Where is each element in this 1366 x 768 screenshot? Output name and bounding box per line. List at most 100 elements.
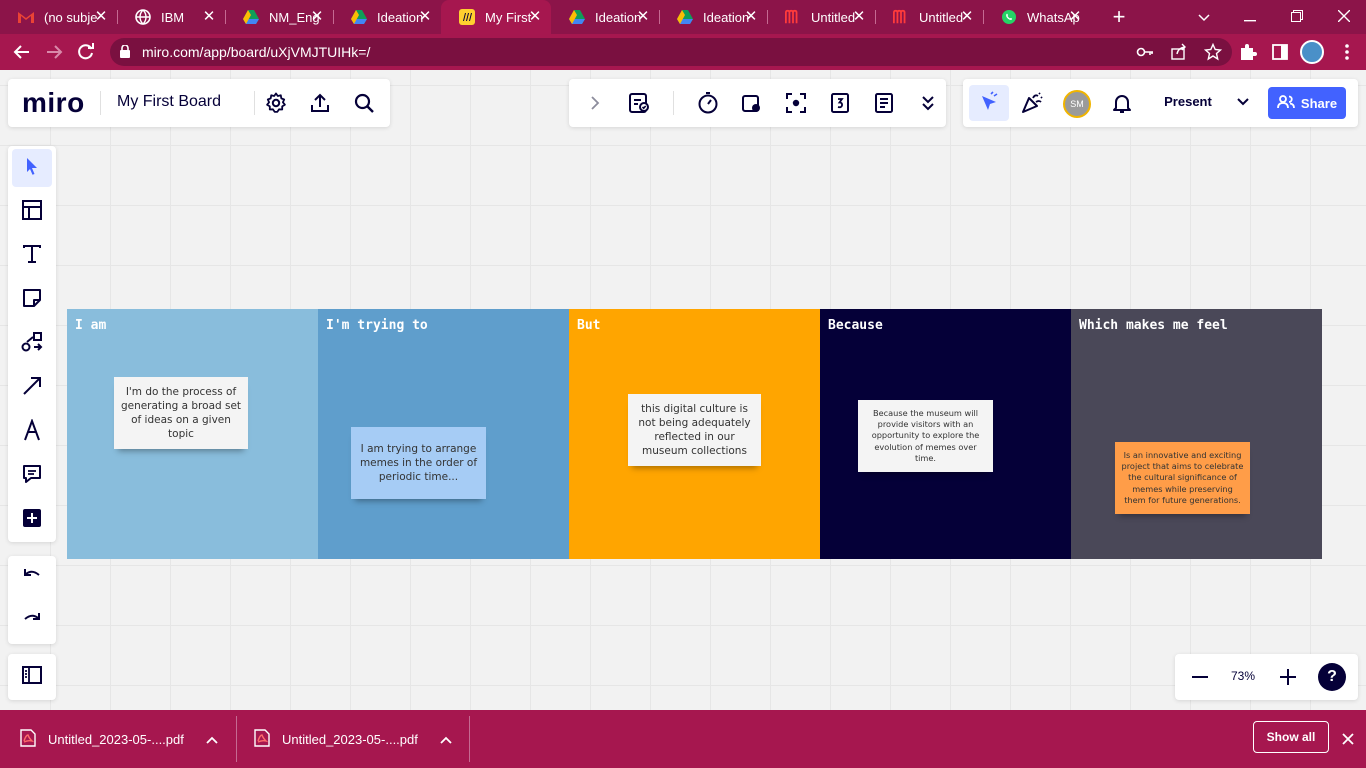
zoom-in-icon[interactable] [1276, 665, 1300, 689]
close-tab-icon[interactable]: ✕ [635, 9, 651, 25]
settings-gear-icon[interactable] [264, 91, 288, 115]
frame-which-makes-me-feel[interactable]: Which makes me feel Is an innovative and… [1071, 309, 1322, 559]
frame-im-trying-to[interactable]: I'm trying to I am trying to arrange mem… [318, 309, 569, 559]
redo-icon [21, 608, 43, 635]
templates-icon [21, 199, 43, 226]
sticky-note-icon [21, 287, 43, 314]
notifications-bell-icon[interactable] [1110, 91, 1134, 115]
sticky-note[interactable]: Is an innovative and exciting project th… [1115, 442, 1250, 514]
checklist-icon[interactable] [627, 91, 651, 115]
connection-line-tool[interactable] [12, 369, 52, 407]
more-chevrons-icon[interactable] [916, 91, 940, 115]
voting-icon[interactable] [828, 91, 852, 115]
close-tab-icon[interactable]: ✕ [743, 9, 759, 25]
download-filename: Untitled_2023-05-....pdf [282, 731, 418, 747]
frame-but[interactable]: But this digital culture is not being ad… [569, 309, 820, 559]
templates-tool[interactable] [12, 193, 52, 231]
browser-tab[interactable]: (no subje ✕ [0, 0, 117, 34]
chevron-up-icon[interactable] [440, 732, 452, 747]
zoom-level[interactable]: 73% [1228, 669, 1258, 683]
pen-tool[interactable] [12, 413, 52, 451]
close-tab-icon[interactable]: ✕ [959, 9, 975, 25]
tab-search-icon[interactable] [1192, 5, 1216, 29]
forward-icon[interactable] [44, 42, 64, 62]
more-apps-tool[interactable] [12, 501, 52, 539]
focus-frame-icon[interactable] [784, 91, 808, 115]
comment-tool[interactable] [12, 457, 52, 495]
text-tool[interactable] [12, 237, 52, 275]
browser-tab[interactable]: WhatsAp ✕ [983, 0, 1091, 34]
board-title[interactable]: My First Board [117, 93, 221, 111]
browser-tab[interactable]: Untitled ✕ [875, 0, 983, 34]
close-tab-icon[interactable]: ✕ [93, 9, 109, 25]
sticky-note[interactable]: I am trying to arrange memes in the orde… [351, 427, 486, 499]
upload-export-icon[interactable] [308, 91, 332, 115]
shapes-tool[interactable] [12, 325, 52, 363]
share-button[interactable]: Share [1268, 87, 1346, 119]
close-tab-icon[interactable]: ✕ [201, 9, 217, 25]
more-menu-icon[interactable] [1337, 42, 1357, 62]
select-tool[interactable] [12, 149, 52, 187]
browser-tab-active[interactable]: My First ✕ [441, 0, 551, 34]
toggle-panel-button[interactable] [12, 658, 52, 696]
restore-icon[interactable] [1285, 5, 1309, 29]
sticky-note-tool[interactable] [12, 281, 52, 319]
browser-tab[interactable]: IBM ✕ [117, 0, 225, 34]
browser-tab[interactable]: NM_Eng ✕ [225, 0, 333, 34]
reload-icon[interactable] [76, 42, 96, 62]
chevron-right-icon[interactable] [583, 91, 607, 115]
url-field[interactable]: miro.com/app/board/uXjVMJTUIHk=/ [110, 38, 1232, 66]
undo-button[interactable] [12, 558, 52, 596]
help-button[interactable]: ? [1318, 663, 1346, 691]
miro-logo[interactable]: miro [22, 87, 85, 119]
close-tab-icon[interactable]: ✕ [417, 9, 433, 25]
drive-icon [243, 9, 259, 25]
video-call-icon[interactable] [740, 91, 764, 115]
frame-because[interactable]: Because Because the museum will provide … [820, 309, 1071, 559]
sidebar-panel-icon [21, 664, 43, 691]
cursor-arrow-icon [977, 91, 1001, 115]
frame-i-am[interactable]: I am I'm do the process of generating a … [67, 309, 318, 559]
browser-tab[interactable]: Ideation ✕ [659, 0, 767, 34]
collaborator-avatar[interactable]: SM [1063, 90, 1091, 118]
redo-button[interactable] [12, 602, 52, 640]
browser-tab[interactable]: Ideation ✕ [333, 0, 441, 34]
sticky-note[interactable]: I'm do the process of generating a broad… [114, 377, 248, 449]
sticky-note[interactable]: this digital culture is not being adequa… [628, 394, 761, 466]
close-tab-icon[interactable]: ✕ [309, 9, 325, 25]
drive-icon [351, 9, 367, 25]
reactions-party-icon[interactable] [1020, 91, 1044, 115]
bookmark-star-icon[interactable] [1203, 42, 1223, 66]
gmail-icon [18, 9, 34, 25]
share-page-icon[interactable] [1170, 43, 1188, 66]
present-button[interactable]: Present [1152, 85, 1224, 119]
browser-tab[interactable]: Ideation ✕ [551, 0, 659, 34]
search-icon[interactable] [352, 91, 376, 115]
cursor-tracking-button[interactable] [969, 85, 1009, 121]
minimize-icon[interactable] [1238, 5, 1262, 29]
close-window-icon[interactable] [1332, 5, 1356, 29]
key-icon[interactable] [1136, 43, 1154, 66]
notes-list-icon[interactable] [872, 91, 896, 115]
chevron-down-icon [1231, 90, 1255, 114]
close-tab-icon[interactable]: ✕ [1067, 9, 1083, 25]
sticky-note[interactable]: Because the museum will provide visitors… [858, 400, 993, 472]
new-tab-icon[interactable]: + [1108, 6, 1130, 28]
zoom-out-icon[interactable] [1188, 665, 1212, 689]
chevron-up-icon[interactable] [206, 732, 218, 747]
timer-icon[interactable] [696, 91, 720, 115]
close-tab-icon[interactable]: ✕ [851, 9, 867, 25]
close-downloads-icon[interactable] [1336, 727, 1360, 751]
extensions-icon[interactable] [1238, 42, 1258, 62]
browser-tab[interactable]: Untitled ✕ [767, 0, 875, 34]
profile-avatar[interactable] [1300, 40, 1324, 64]
side-panel-icon[interactable] [1270, 42, 1290, 62]
back-icon[interactable] [12, 42, 32, 62]
download-item[interactable]: Untitled_2023-05-....pdf [20, 710, 218, 768]
zoom-panel: 73% ? [1175, 654, 1358, 700]
show-all-button[interactable]: Show all [1253, 721, 1329, 753]
close-tab-icon[interactable]: ✕ [527, 9, 543, 25]
download-filename: Untitled_2023-05-....pdf [48, 731, 184, 747]
download-item[interactable]: Untitled_2023-05-....pdf [254, 710, 452, 768]
present-options-button[interactable] [1228, 85, 1258, 119]
